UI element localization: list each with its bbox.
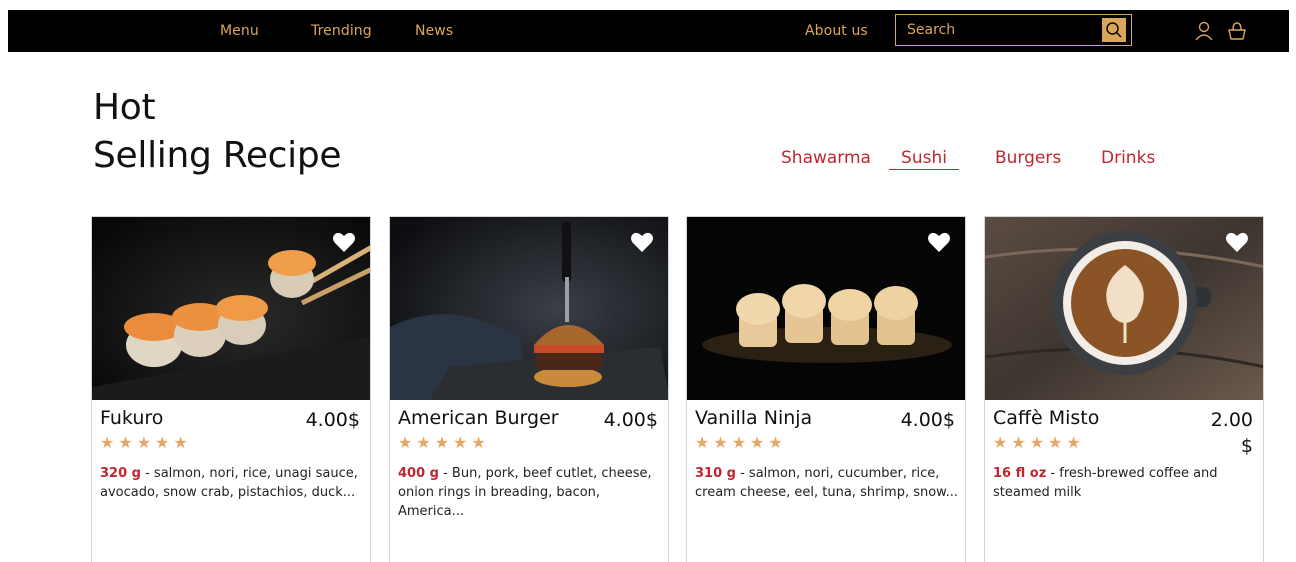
page-title-line-1: Hot [93, 87, 156, 128]
recipe-title: Caffè Misto [993, 407, 1100, 429]
search-button[interactable] [1102, 18, 1126, 42]
nav-link-about-us[interactable]: About us [805, 10, 868, 52]
rating-stars: ★★★★★ [100, 435, 192, 452]
top-navbar: Menu Trending News About us [8, 10, 1289, 52]
recipe-image-vanilla-ninja [687, 217, 965, 400]
favorite-heart-icon[interactable] [332, 231, 356, 253]
tab-shawarma[interactable]: Shawarma [781, 146, 871, 170]
user-icon[interactable] [1193, 20, 1215, 42]
recipe-title: American Burger [398, 407, 559, 429]
recipe-description: 320 g - salmon, nori, rice, unagi sauce,… [100, 464, 366, 502]
recipe-weight: 16 fl oz [993, 466, 1047, 481]
recipe-card-american-burger[interactable]: American Burger 4.00$ ★★★★★ 400 g - Bun,… [389, 216, 669, 562]
recipe-title: Vanilla Ninja [695, 407, 813, 429]
nav-link-menu[interactable]: Menu [220, 10, 259, 52]
rating-stars: ★★★★★ [993, 435, 1085, 452]
recipe-card-caffe-misto[interactable]: Caffè Misto 2.00 $ ★★★★★ 16 fl oz - fres… [984, 216, 1264, 562]
basket-icon[interactable] [1226, 20, 1248, 42]
recipe-price: 2.00 $ [1210, 409, 1253, 457]
favorite-heart-icon[interactable] [630, 231, 654, 253]
recipe-price: 4.00$ [900, 409, 955, 431]
rating-stars: ★★★★★ [695, 435, 787, 452]
recipe-image-caffe-misto [985, 217, 1263, 400]
favorite-heart-icon[interactable] [927, 231, 951, 253]
page-title: Hot Selling Recipe [93, 84, 342, 180]
recipe-weight: 400 g [398, 466, 439, 481]
recipe-price: 4.00$ [305, 409, 360, 431]
nav-link-news[interactable]: News [415, 10, 453, 52]
search-input[interactable] [896, 15, 1102, 45]
tab-sushi[interactable]: Sushi [889, 146, 959, 170]
recipe-description: 400 g - Bun, pork, beef cutlet, cheese, … [398, 464, 664, 521]
recipe-image-american-burger [390, 217, 668, 400]
nav-link-trending[interactable]: Trending [311, 10, 372, 52]
recipe-description: 16 fl oz - fresh-brewed coffee and steam… [993, 464, 1259, 502]
recipe-title: Fukuro [100, 407, 164, 429]
favorite-heart-icon[interactable] [1225, 231, 1249, 253]
rating-stars: ★★★★★ [398, 435, 490, 452]
search-icon [1106, 22, 1122, 38]
recipe-weight: 320 g [100, 466, 141, 481]
recipe-price: 4.00$ [603, 409, 658, 431]
recipe-weight: 310 g [695, 466, 736, 481]
tab-drinks[interactable]: Drinks [1101, 146, 1155, 170]
recipe-card-vanilla-ninja[interactable]: Vanilla Ninja 4.00$ ★★★★★ 310 g - salmon… [686, 216, 966, 562]
recipe-image-fukuro [92, 217, 370, 400]
recipe-description: 310 g - salmon, nori, cucumber, rice, cr… [695, 464, 961, 502]
page-title-line-2: Selling Recipe [93, 135, 342, 176]
search-box [895, 14, 1132, 46]
recipe-card-fukuro[interactable]: Fukuro 4.00$ ★★★★★ 320 g - salmon, nori,… [91, 216, 371, 562]
tab-burgers[interactable]: Burgers [995, 146, 1061, 170]
